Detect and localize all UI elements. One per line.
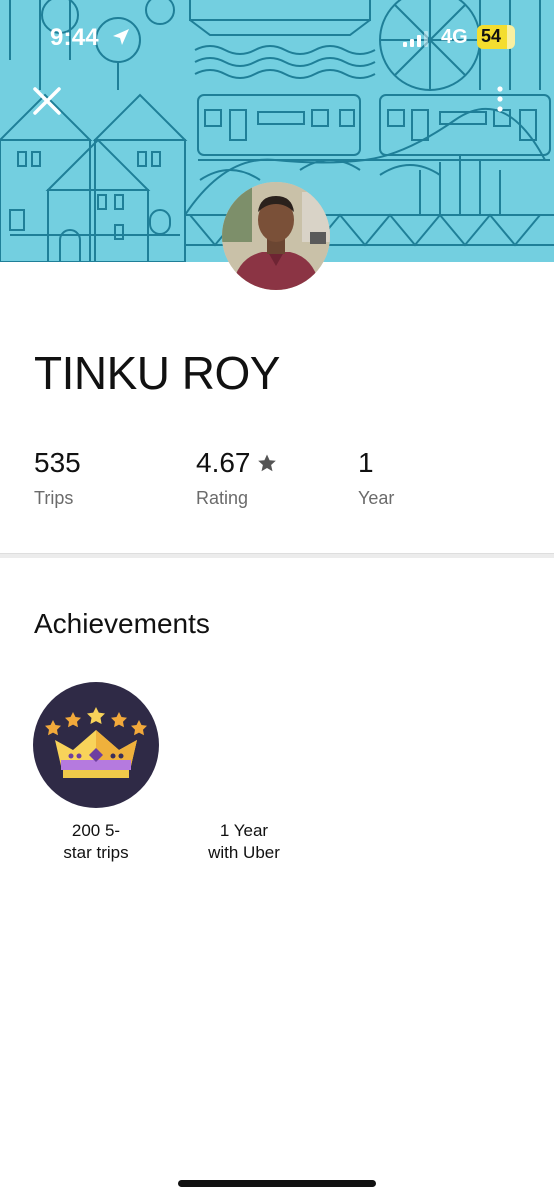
achievement-200-five-star-trips[interactable]: 200 5- star trips <box>16 682 176 864</box>
profile-name: TINKU ROY <box>34 347 280 399</box>
status-time: 9:44 <box>50 24 99 51</box>
home-indicator[interactable] <box>178 1180 376 1187</box>
crown-icon <box>33 682 159 808</box>
close-icon[interactable] <box>30 84 64 118</box>
profile-photo <box>222 182 330 290</box>
avatar <box>222 182 330 290</box>
stat-trips: 535 Trips <box>34 446 81 509</box>
achievement-caption: 200 5- star trips <box>63 821 129 862</box>
stat-years-value: 1 <box>358 447 374 478</box>
stat-rating: 4.67 Rating <box>196 446 277 509</box>
battery-icon: 54 <box>477 25 515 49</box>
star-icon <box>257 454 276 472</box>
status-bar: 9:44 4G 54 <box>0 0 554 70</box>
stat-years-label: Year <box>358 488 395 508</box>
stat-years: 1 Year <box>358 446 394 509</box>
network-type: 4G <box>441 26 468 48</box>
achievement-one-year-with-uber[interactable]: 1 Year with Uber <box>164 682 324 864</box>
section-divider <box>0 553 554 558</box>
battery-level: 54 <box>481 26 502 46</box>
achievement-caption: 1 Year with Uber <box>208 821 280 862</box>
achievements-title: Achievements <box>34 608 210 639</box>
stat-rating-label: Rating <box>196 488 249 508</box>
stat-rating-value: 4.67 <box>196 447 251 478</box>
stat-trips-value: 535 <box>34 447 81 478</box>
cellular-signal-icon <box>403 31 428 47</box>
stat-trips-label: Trips <box>34 488 74 508</box>
achievement-image-placeholder <box>181 682 307 808</box>
more-vertical-icon[interactable] <box>488 82 512 116</box>
location-arrow-icon <box>113 29 129 45</box>
